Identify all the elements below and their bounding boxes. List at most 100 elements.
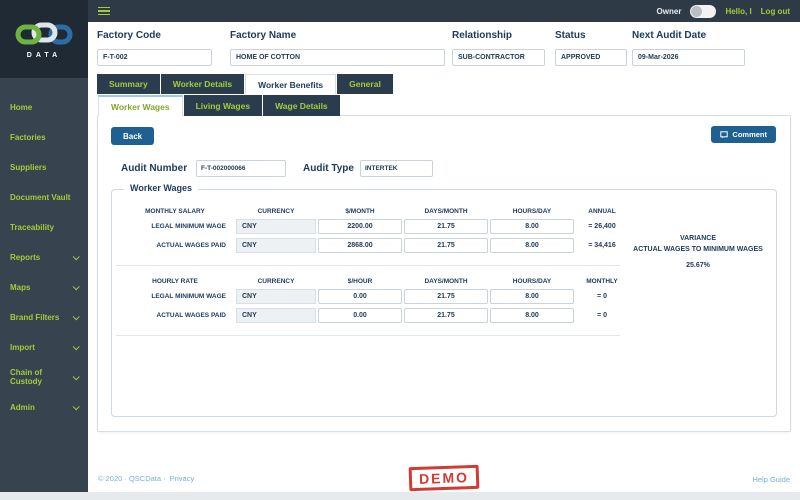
toggle-knob-icon	[691, 6, 702, 17]
sidebar-item-admin[interactable]: Admin	[0, 392, 88, 422]
relationship-field: Relationship	[452, 30, 545, 66]
audit-number-label: Audit Number	[121, 163, 187, 174]
currency-cell: CNY	[236, 289, 316, 304]
owner-label: Owner	[657, 7, 682, 16]
sidebar-nav: Home Factories Suppliers Document Vault …	[0, 78, 88, 422]
logo-chain-icon	[15, 19, 73, 49]
monthly-salary-table: MONTHLY SALARY CURRENCY $/MONTH DAYS/MON…	[116, 208, 620, 266]
sidebar-item-label: Brand Filters	[10, 313, 59, 322]
column-header: $/MONTH	[318, 208, 402, 215]
currency-cell: CNY	[236, 219, 316, 234]
next-audit-date-label: Next Audit Date	[632, 30, 745, 41]
actual-wages-days-input[interactable]	[404, 238, 488, 253]
sidebar-item-label: Admin	[10, 403, 35, 412]
hamburger-menu-icon[interactable]	[98, 7, 110, 16]
tab-worker-details[interactable]: Worker Details	[161, 74, 244, 94]
user-greeting: Hello, I	[725, 7, 751, 16]
privacy-link[interactable]: Privacy	[170, 474, 195, 483]
tab-worker-benefits[interactable]: Worker Benefits	[245, 74, 336, 94]
worker-wages-fieldset: Worker Wages MONTHLY SALARY CURRENCY $/M…	[111, 189, 777, 417]
next-audit-date-field: Next Audit Date	[632, 30, 745, 66]
comment-button-label: Comment	[732, 130, 767, 139]
currency-cell: CNY	[236, 308, 316, 323]
tab-general[interactable]: General	[337, 74, 393, 94]
audit-type-input[interactable]	[360, 160, 433, 177]
status-field: Status	[555, 30, 627, 66]
sidebar-item-brand-filters[interactable]: Brand Filters	[0, 302, 88, 332]
sidebar-item-import[interactable]: Import	[0, 332, 88, 362]
sidebar-item-traceability[interactable]: Traceability	[0, 212, 88, 242]
sidebar-item-maps[interactable]: Maps	[0, 272, 88, 302]
worker-wages-panel: Back Comment Audit Number Audit Type Wor…	[97, 115, 791, 432]
relationship-input[interactable]	[452, 49, 545, 66]
legal-minimum-hour-amount-input[interactable]	[318, 289, 402, 304]
column-header: CURRENCY	[236, 208, 316, 215]
column-header: $/HOUR	[318, 278, 402, 285]
chevron-down-icon	[73, 373, 80, 380]
tab-living-wages[interactable]: Living Wages	[184, 95, 262, 116]
sidebar-item-home[interactable]: Home	[0, 92, 88, 122]
legal-minimum-month-amount-input[interactable]	[318, 219, 402, 234]
variance-value: 25.67%	[620, 262, 776, 269]
sidebar-item-factories[interactable]: Factories	[0, 122, 88, 152]
column-header: HOURLY RATE	[116, 278, 234, 285]
factory-code-field: Factory Code	[97, 30, 212, 66]
sidebar-item-label: Import	[10, 343, 35, 352]
actual-wages-days-input[interactable]	[404, 308, 488, 323]
factory-name-input[interactable]	[230, 49, 445, 66]
actual-wages-month-amount-input[interactable]	[318, 238, 402, 253]
tab-wage-details[interactable]: Wage Details	[263, 95, 340, 116]
sidebar-item-label: Suppliers	[10, 163, 46, 172]
column-header: DAYS/MONTH	[404, 208, 488, 215]
fieldset-legend: Worker Wages	[124, 183, 198, 193]
status-label: Status	[555, 30, 627, 41]
chevron-down-icon	[73, 343, 80, 350]
row-label-legal-minimum: LEGAL MINIMUM WAGE	[116, 223, 234, 230]
actual-wages-hours-input[interactable]	[490, 238, 574, 253]
main-tabs: Summary Worker Details Worker Benefits G…	[97, 74, 393, 94]
back-button[interactable]: Back	[111, 127, 154, 145]
logo-block[interactable]: DATA	[0, 0, 88, 78]
chevron-down-icon	[73, 283, 80, 290]
tab-summary[interactable]: Summary	[97, 74, 160, 94]
comment-icon	[720, 131, 728, 139]
sidebar-item-label: Reports	[10, 253, 40, 262]
currency-cell: CNY	[236, 238, 316, 253]
sidebar-item-label: Document Vault	[10, 193, 70, 202]
actual-wages-hour-amount-input[interactable]	[318, 308, 402, 323]
logout-link[interactable]: Log out	[761, 7, 790, 16]
tab-worker-wages[interactable]: Worker Wages	[98, 95, 183, 116]
copyright-text: © 2020 · QSCData ·	[98, 474, 166, 483]
sidebar-item-document-vault[interactable]: Document Vault	[0, 182, 88, 212]
sidebar-item-chain-of-custody[interactable]: Chain of Custody	[0, 362, 88, 392]
chevron-down-icon	[73, 313, 80, 320]
audit-type-label: Audit Type	[303, 163, 354, 174]
legal-minimum-hours-input[interactable]	[490, 219, 574, 234]
sidebar-item-label: Traceability	[10, 223, 54, 232]
legal-minimum-days-input[interactable]	[404, 289, 488, 304]
sidebar-item-label: Home	[10, 103, 32, 112]
chevron-down-icon	[73, 403, 80, 410]
owner-toggle[interactable]	[690, 5, 716, 18]
sidebar-item-suppliers[interactable]: Suppliers	[0, 152, 88, 182]
variance-subtitle: ACTUAL WAGES TO MINIMUM WAGES	[620, 245, 776, 256]
audit-number-input[interactable]	[196, 160, 286, 177]
help-guide-link[interactable]: Help Guide	[752, 475, 790, 484]
factory-code-input[interactable]	[97, 49, 212, 66]
actual-wages-hours-input[interactable]	[490, 308, 574, 323]
chevron-down-icon	[73, 253, 80, 260]
next-audit-date-input[interactable]	[632, 49, 745, 66]
demo-stamp: DEMO	[409, 465, 480, 491]
column-header: HOURS/DAY	[490, 278, 574, 285]
factory-name-label: Factory Name	[230, 30, 445, 41]
logo-text: DATA	[27, 52, 61, 59]
comment-button[interactable]: Comment	[711, 126, 776, 143]
variance-summary: VARIANCE ACTUAL WAGES TO MINIMUM WAGES 2…	[620, 190, 776, 416]
status-input[interactable]	[555, 49, 627, 66]
sidebar-item-label: Chain of Custody	[10, 368, 73, 386]
factory-code-label: Factory Code	[97, 30, 212, 41]
legal-minimum-hours-input[interactable]	[490, 289, 574, 304]
legal-minimum-days-input[interactable]	[404, 219, 488, 234]
column-header: HOURS/DAY	[490, 208, 574, 215]
sidebar-item-reports[interactable]: Reports	[0, 242, 88, 272]
